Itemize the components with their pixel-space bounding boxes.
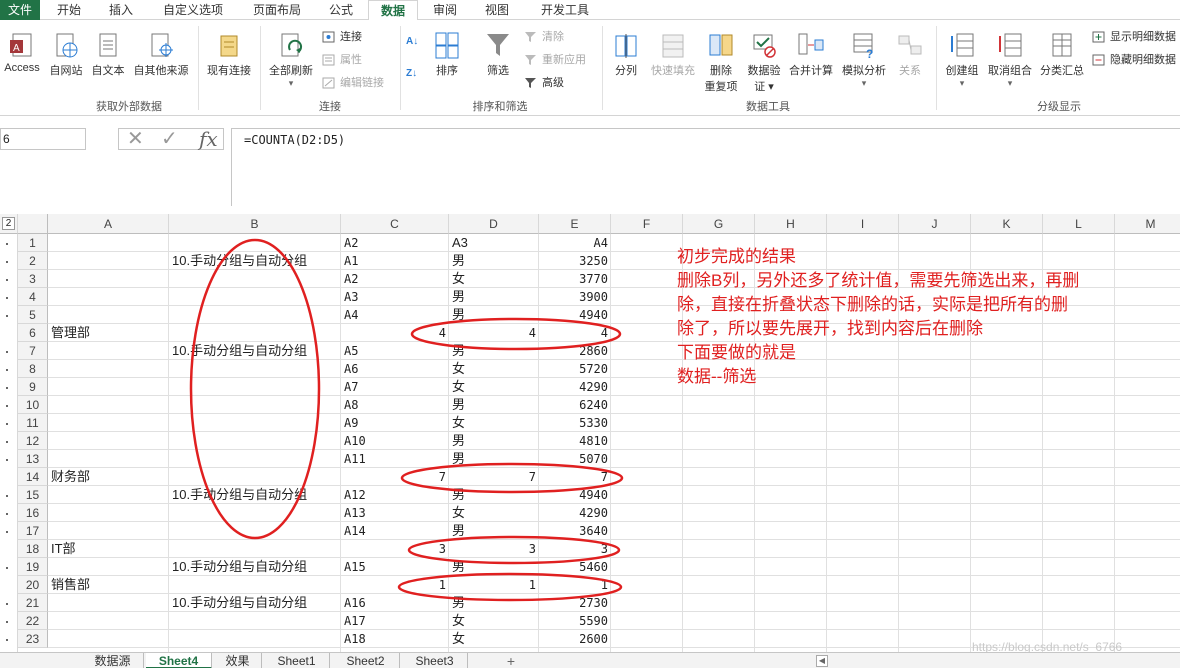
add-sheet-button[interactable]: +: [500, 653, 522, 668]
ellipse-row-6: [410, 317, 622, 351]
sheet-tab[interactable]: 效果: [214, 653, 262, 668]
ellipse-row-14: [400, 462, 624, 494]
ellipse-row-18: [407, 535, 621, 565]
sheet-tab[interactable]: 数据源: [82, 653, 144, 668]
scroll-left-icon[interactable]: ◀: [816, 655, 828, 667]
sheet-tab-bar: 数据源 Sheet4 效果 Sheet1 Sheet2 Sheet3 + ◀: [0, 652, 1180, 668]
sheet-tab[interactable]: Sheet3: [402, 653, 468, 668]
ellipse-column-b: [189, 238, 321, 540]
sheet-tab[interactable]: Sheet2: [332, 653, 400, 668]
ellipse-row-20: [397, 572, 623, 602]
annotation-ellipses: [189, 238, 624, 602]
sheet-tab-active[interactable]: Sheet4: [146, 653, 212, 668]
sheet-tab[interactable]: Sheet1: [264, 653, 330, 668]
